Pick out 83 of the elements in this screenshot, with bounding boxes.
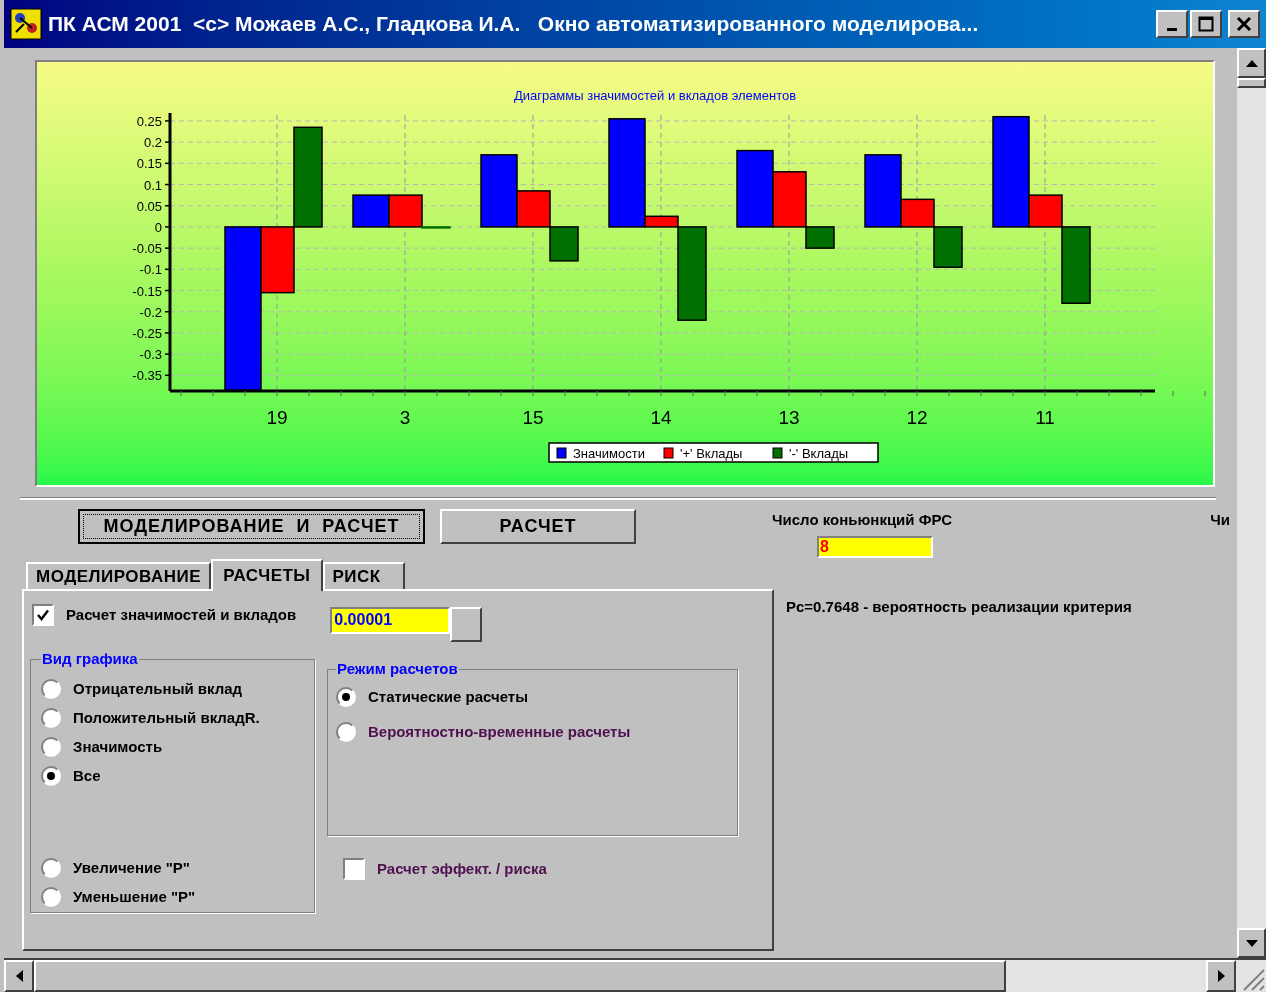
maximize-button[interactable] (1190, 10, 1222, 38)
radio-label: Отрицательный вклад (73, 678, 243, 699)
field-label: Чи (1210, 510, 1230, 530)
x-tick-label: 19 (266, 407, 288, 428)
x-tick-label: 3 (399, 407, 411, 428)
radio-button[interactable] (41, 887, 61, 907)
group-title: Режим расчетов (336, 659, 459, 679)
y-tick-label: 0.05 (136, 198, 162, 214)
window-title: ПК АСМ 2001 <c> Можаев А.С., Гладкова И.А. Окно автоматизированного моделирова... (48, 11, 980, 38)
legend-label: Значимости (573, 446, 645, 461)
checkbox-label: Расчет эффект. / риска (377, 859, 547, 879)
scroll-up-button[interactable] (1237, 48, 1266, 78)
checkbox[interactable] (343, 858, 365, 881)
scroll-left-button[interactable] (4, 960, 34, 992)
down-arrow-icon (1245, 939, 1258, 947)
x-tick-label: 12 (906, 407, 928, 428)
close-button[interactable] (1228, 10, 1260, 38)
chart-title: Диаграммы значимостей и вкладов элементов (513, 88, 797, 103)
checkbox-label: Расчет значимостей и вкладов (66, 605, 297, 625)
legend-swatch (556, 447, 567, 459)
y-tick-label: 0.2 (143, 135, 162, 151)
chart-bar (352, 194, 390, 228)
result-text: Рс=0.7648 - вероятность реализации критерия (786, 597, 1132, 617)
close-icon (1236, 16, 1252, 32)
radio-button[interactable] (41, 708, 61, 728)
legend-label: '+' Вклады (680, 446, 743, 461)
scroll-thumb[interactable] (34, 960, 1006, 992)
x-tick-label: 11 (1035, 407, 1055, 428)
legend-swatch (772, 447, 783, 459)
threshold-field[interactable]: 0.00001 (330, 607, 451, 634)
radio-button[interactable] (336, 687, 356, 707)
checkmark-icon (36, 608, 50, 622)
radio-label: Значимость (73, 736, 163, 757)
x-tick-label: 15 (522, 407, 544, 428)
maximize-icon (1198, 16, 1214, 32)
action-button[interactable]: РАСЧЕТ (440, 509, 636, 544)
legend-swatch (663, 447, 674, 459)
radio-button[interactable] (336, 722, 356, 742)
minimize-button[interactable] (1156, 10, 1188, 38)
y-tick-label: -0.1 (139, 262, 162, 278)
legend-label: '-' Вклады (789, 446, 849, 461)
action-button[interactable]: МОДЕЛИРОВАНИЕ И РАСЧЕТ (78, 509, 425, 544)
up-arrow-icon (1245, 59, 1258, 67)
y-tick-label: 0.15 (136, 156, 162, 172)
conjunctions-field[interactable]: 8 (817, 535, 933, 558)
y-tick-label: -0.25 (132, 325, 162, 341)
y-tick-label: 0.1 (143, 177, 162, 193)
chart-bar (549, 226, 579, 262)
x-tick-label: 13 (778, 407, 800, 428)
y-tick-label: -0.3 (139, 347, 162, 363)
radio-label: Увеличение "Р" (73, 857, 190, 878)
right-arrow-icon (1217, 970, 1225, 982)
radio-label: Все (73, 765, 101, 786)
chart-bar (933, 226, 963, 268)
scroll-thumb[interactable] (1237, 78, 1266, 88)
y-tick-label: -0.2 (139, 304, 162, 320)
y-tick-label: 0 (154, 219, 162, 235)
horizontal-scrollbar[interactable] (4, 958, 1266, 992)
tab[interactable]: РАСЧЕТЫ (211, 559, 323, 591)
radio-button[interactable] (41, 766, 61, 786)
y-tick-label: 0.25 (136, 113, 162, 129)
radio-label: Статические расчеты (368, 686, 528, 707)
tab[interactable]: РИСК (322, 562, 405, 589)
vertical-scrollbar[interactable] (1236, 48, 1266, 958)
app-logo-icon (10, 8, 42, 40)
group-title: Вид графика (41, 649, 139, 669)
radio-button[interactable] (41, 737, 61, 757)
scroll-down-button[interactable] (1237, 928, 1266, 958)
y-tick-label: -0.35 (132, 368, 162, 384)
y-tick-label: -0.05 (132, 241, 162, 257)
left-arrow-icon (15, 970, 23, 982)
radio-button[interactable] (41, 858, 61, 878)
small-button[interactable] (450, 607, 483, 642)
radio-label: Вероятностно-временные расчеты (368, 721, 631, 742)
y-tick-label: -0.15 (132, 283, 162, 299)
radio-label: Уменьшение "Р" (73, 886, 196, 907)
checkbox[interactable] (32, 604, 54, 626)
minimize-icon (1167, 27, 1177, 31)
x-tick-label: 14 (650, 407, 672, 428)
field-label: Число коньюнкций ФРС (772, 510, 952, 530)
radio-button[interactable] (41, 679, 61, 699)
scroll-right-button[interactable] (1206, 960, 1236, 992)
radio-label: Положительный вкладR. (73, 707, 260, 728)
